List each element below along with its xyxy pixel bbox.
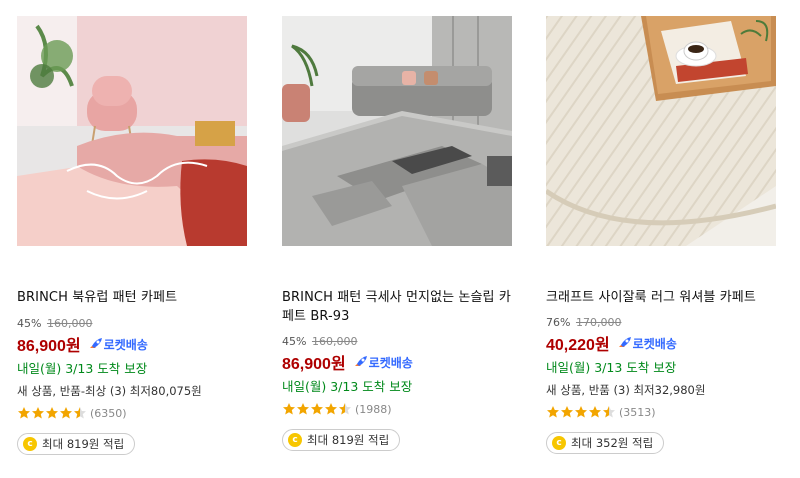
star-icon bbox=[547, 406, 559, 418]
product-title[interactable]: BRINCH 북유럽 패턴 카페트 bbox=[17, 288, 247, 307]
delivery-info: 내일(월) 3/13 도착 보장 bbox=[546, 360, 677, 375]
price-row: 40,220원 로켓배송 bbox=[546, 332, 776, 355]
rating-row: (1988) bbox=[282, 401, 512, 417]
rating-count: (6350) bbox=[90, 406, 127, 420]
star-icon bbox=[561, 406, 573, 418]
rating-stars bbox=[17, 406, 87, 420]
original-price: 170,000 bbox=[575, 316, 622, 329]
half-star-icon bbox=[603, 406, 615, 418]
product-card[interactable]: BRINCH 북유럽 패턴 카페트 45% 160,000 86,900원 로켓… bbox=[17, 16, 247, 455]
rocket-delivery-label: 로켓배송 bbox=[103, 337, 148, 352]
rocket-icon bbox=[89, 338, 102, 348]
reward-badge[interactable]: c 최대 819원 적립 bbox=[17, 433, 136, 455]
reward-label: 최대 352원 적립 bbox=[571, 436, 654, 450]
product-image[interactable] bbox=[546, 16, 776, 246]
star-icon bbox=[60, 407, 72, 419]
rating-row: (6350) bbox=[17, 405, 247, 421]
reward-badge[interactable]: c 최대 819원 적립 bbox=[282, 429, 401, 451]
coin-icon: c bbox=[288, 433, 302, 447]
sisal-rug-image bbox=[546, 16, 776, 246]
rocket-delivery-label: 로켓배송 bbox=[368, 355, 413, 370]
grey-rug-room-image bbox=[282, 16, 512, 246]
discount-rate: 45% bbox=[282, 335, 307, 348]
delivery-info: 내일(월) 3/13 도착 보장 bbox=[282, 379, 413, 394]
rating-stars bbox=[282, 402, 352, 416]
rocket-delivery-badge: 로켓배송 bbox=[87, 336, 148, 353]
half-star-icon bbox=[74, 407, 86, 419]
sale-price: 86,900원 bbox=[17, 338, 81, 355]
reward-label: 최대 819원 적립 bbox=[307, 433, 390, 447]
discount-row: 76% 170,000 bbox=[546, 316, 776, 330]
product-title[interactable]: 크래프트 사이잘룩 러그 워셔블 카페트 bbox=[546, 288, 776, 307]
discount-rate: 45% bbox=[17, 317, 42, 330]
product-image[interactable] bbox=[17, 16, 247, 246]
star-icon bbox=[325, 403, 337, 415]
coin-icon: c bbox=[552, 436, 566, 450]
rating-row: (3513) bbox=[546, 404, 776, 420]
star-icon bbox=[589, 406, 601, 418]
product-image[interactable] bbox=[282, 16, 512, 246]
star-icon bbox=[18, 407, 30, 419]
half-star-icon bbox=[339, 403, 351, 415]
price-row: 86,900원 로켓배송 bbox=[17, 333, 247, 356]
star-icon bbox=[575, 406, 587, 418]
product-card[interactable]: BRINCH 패턴 극세사 먼지없는 논슬립 카페트 BR-93 45% 160… bbox=[282, 16, 512, 451]
original-price: 160,000 bbox=[311, 335, 358, 348]
rocket-icon bbox=[354, 356, 367, 366]
rocket-delivery-label: 로켓배송 bbox=[632, 336, 677, 351]
coin-icon: c bbox=[23, 437, 37, 451]
rating-count: (1988) bbox=[355, 402, 392, 416]
rocket-icon bbox=[618, 337, 631, 347]
product-title[interactable]: BRINCH 패턴 극세사 먼지없는 논슬립 카페트 BR-93 bbox=[282, 288, 512, 326]
delivery-info: 내일(월) 3/13 도착 보장 bbox=[17, 361, 148, 376]
original-price: 160,000 bbox=[46, 317, 93, 330]
rating-count: (3513) bbox=[619, 405, 656, 419]
product-card[interactable]: 크래프트 사이잘룩 러그 워셔블 카페트 76% 170,000 40,220원… bbox=[546, 16, 776, 454]
reward-badge[interactable]: c 최대 352원 적립 bbox=[546, 432, 665, 454]
rating-stars bbox=[546, 405, 616, 419]
star-icon bbox=[311, 403, 323, 415]
rocket-delivery-badge: 로켓배송 bbox=[352, 354, 413, 371]
sale-price: 40,220원 bbox=[546, 337, 610, 354]
star-icon bbox=[32, 407, 44, 419]
star-icon bbox=[283, 403, 295, 415]
discount-rate: 76% bbox=[546, 316, 571, 329]
reward-label: 최대 819원 적립 bbox=[42, 437, 125, 451]
offer-info[interactable]: 새 상품, 반품 (3) 최저32,980원 bbox=[546, 382, 776, 399]
discount-row: 45% 160,000 bbox=[282, 335, 512, 349]
discount-row: 45% 160,000 bbox=[17, 317, 247, 331]
price-row: 86,900원 로켓배송 bbox=[282, 351, 512, 374]
rocket-delivery-badge: 로켓배송 bbox=[616, 335, 677, 352]
star-icon bbox=[297, 403, 309, 415]
pink-rug-room-image bbox=[17, 16, 247, 246]
offer-info[interactable]: 새 상품, 반품-최상 (3) 최저80,075원 bbox=[17, 383, 247, 400]
sale-price: 86,900원 bbox=[282, 356, 346, 373]
star-icon bbox=[46, 407, 58, 419]
